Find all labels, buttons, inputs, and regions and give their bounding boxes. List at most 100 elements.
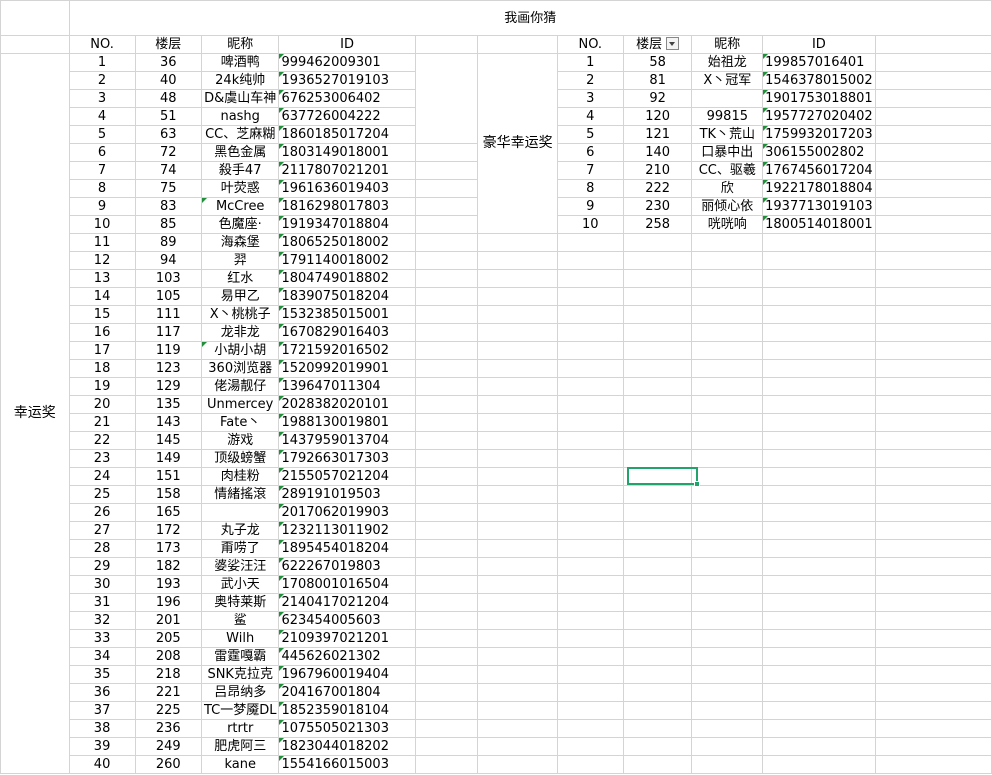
blank-cell[interactable] xyxy=(556,395,624,414)
blank-cell[interactable] xyxy=(874,125,992,144)
filter-dropdown-icon[interactable] xyxy=(666,37,680,50)
blank-cell[interactable] xyxy=(556,611,624,630)
blank-cell[interactable] xyxy=(477,233,558,252)
id-cell-right[interactable]: 1800514018001 xyxy=(762,215,876,234)
blank-cell[interactable] xyxy=(691,449,764,468)
header-no-right[interactable]: NO. xyxy=(556,35,624,54)
floor-cell[interactable]: 221 xyxy=(134,683,202,702)
no-cell[interactable]: 13 xyxy=(68,269,136,288)
group-label-right[interactable]: 豪华幸运奖 xyxy=(477,53,558,234)
no-cell-right[interactable]: 2 xyxy=(556,71,624,90)
blank-cell[interactable] xyxy=(874,179,992,198)
id-cell-right[interactable]: 1922178018804 xyxy=(762,179,876,198)
blank-cell[interactable] xyxy=(691,647,764,666)
blank-cell[interactable] xyxy=(762,575,876,594)
nick-cell[interactable]: 甭唠了 xyxy=(200,539,280,558)
nick-cell[interactable]: 武小天 xyxy=(200,575,280,594)
no-cell[interactable]: 6 xyxy=(68,143,136,162)
nick-cell[interactable]: 小胡小胡 xyxy=(200,341,280,360)
nick-cell[interactable]: 婆娑汪汪 xyxy=(200,557,280,576)
header-nick-right[interactable]: 昵称 xyxy=(691,35,764,54)
nick-cell[interactable]: SNK克拉克 xyxy=(200,665,280,684)
blank-cell[interactable] xyxy=(762,395,876,414)
blank-cell[interactable] xyxy=(556,269,624,288)
blank-cell[interactable] xyxy=(414,305,479,324)
blank-cell[interactable] xyxy=(556,557,624,576)
floor-cell[interactable]: 129 xyxy=(134,377,202,396)
blank-cell[interactable] xyxy=(691,323,764,342)
blank-cell[interactable] xyxy=(622,719,693,738)
blank-cell[interactable] xyxy=(691,377,764,396)
blank-cell[interactable] xyxy=(556,449,624,468)
blank-cell[interactable] xyxy=(691,611,764,630)
blank-cell[interactable] xyxy=(477,521,558,540)
blank-cell[interactable] xyxy=(622,287,693,306)
id-cell[interactable]: 1670829016403 xyxy=(278,323,416,342)
floor-cell[interactable]: 225 xyxy=(134,701,202,720)
blank-cell[interactable] xyxy=(762,305,876,324)
no-cell[interactable]: 25 xyxy=(68,485,136,504)
blank-cell[interactable] xyxy=(414,539,479,558)
blank-cell[interactable] xyxy=(874,215,992,234)
blank-cell[interactable] xyxy=(477,323,558,342)
blank-cell[interactable] xyxy=(477,467,558,486)
blank-cell[interactable] xyxy=(556,305,624,324)
no-cell[interactable]: 37 xyxy=(68,701,136,720)
floor-cell[interactable]: 119 xyxy=(134,341,202,360)
nick-cell[interactable]: Fate丶 xyxy=(200,413,280,432)
blank-cell[interactable] xyxy=(762,251,876,270)
no-cell[interactable]: 2 xyxy=(68,71,136,90)
no-cell[interactable]: 9 xyxy=(68,197,136,216)
id-cell[interactable]: 1532385015001 xyxy=(278,305,416,324)
floor-cell[interactable]: 83 xyxy=(134,197,202,216)
no-cell[interactable]: 15 xyxy=(68,305,136,324)
nick-cell-right[interactable]: 丽倾心依 xyxy=(691,197,764,216)
blank-cell[interactable] xyxy=(874,53,992,72)
nick-cell[interactable]: 24k纯帅 xyxy=(200,71,280,90)
floor-cell[interactable]: 149 xyxy=(134,449,202,468)
blank-cell[interactable] xyxy=(556,755,624,774)
blank-cell[interactable] xyxy=(691,287,764,306)
blank-cell[interactable] xyxy=(691,485,764,504)
floor-cell[interactable]: 193 xyxy=(134,575,202,594)
nick-cell-right[interactable]: X丶冠军 xyxy=(691,71,764,90)
id-cell-right[interactable]: 1767456017204 xyxy=(762,161,876,180)
blank-cell[interactable] xyxy=(874,683,992,702)
blank-cell[interactable] xyxy=(477,611,558,630)
blank-cell[interactable] xyxy=(691,431,764,450)
id-cell[interactable]: 1823044018202 xyxy=(278,737,416,756)
no-cell[interactable]: 22 xyxy=(68,431,136,450)
floor-cell[interactable]: 74 xyxy=(134,161,202,180)
blank-cell[interactable] xyxy=(556,467,624,486)
nick-cell-right[interactable]: TK丶荒山 xyxy=(691,125,764,144)
blank-cell[interactable] xyxy=(556,701,624,720)
floor-cell-right[interactable]: 92 xyxy=(622,89,693,108)
blank-cell[interactable] xyxy=(874,593,992,612)
blank-cell[interactable] xyxy=(477,413,558,432)
no-cell[interactable]: 29 xyxy=(68,557,136,576)
blank-cell[interactable] xyxy=(414,323,479,342)
id-cell[interactable]: 623454005603 xyxy=(278,611,416,630)
blank-cell[interactable] xyxy=(874,377,992,396)
blank-cell[interactable] xyxy=(762,233,876,252)
blank-cell[interactable] xyxy=(874,467,992,486)
blank-cell[interactable] xyxy=(874,719,992,738)
nick-cell[interactable]: 丸子龙 xyxy=(200,521,280,540)
no-cell[interactable]: 21 xyxy=(68,413,136,432)
id-cell[interactable]: 1967960019404 xyxy=(278,665,416,684)
blank-cell[interactable] xyxy=(691,305,764,324)
blank-cell[interactable] xyxy=(762,647,876,666)
nick-cell-right[interactable]: 始祖龙 xyxy=(691,53,764,72)
blank-cell[interactable] xyxy=(414,467,479,486)
blank-cell[interactable] xyxy=(874,413,992,432)
blank-cell[interactable] xyxy=(874,395,992,414)
blank-cell[interactable] xyxy=(874,323,992,342)
no-cell-right[interactable]: 6 xyxy=(556,143,624,162)
blank-cell[interactable] xyxy=(477,683,558,702)
blank-cell[interactable] xyxy=(622,629,693,648)
blank-cell[interactable] xyxy=(414,683,479,702)
nick-cell[interactable]: 殺手47 xyxy=(200,161,280,180)
blank-cell[interactable] xyxy=(414,251,479,270)
no-cell[interactable]: 40 xyxy=(68,755,136,774)
nick-cell[interactable]: 肥虎阿三 xyxy=(200,737,280,756)
